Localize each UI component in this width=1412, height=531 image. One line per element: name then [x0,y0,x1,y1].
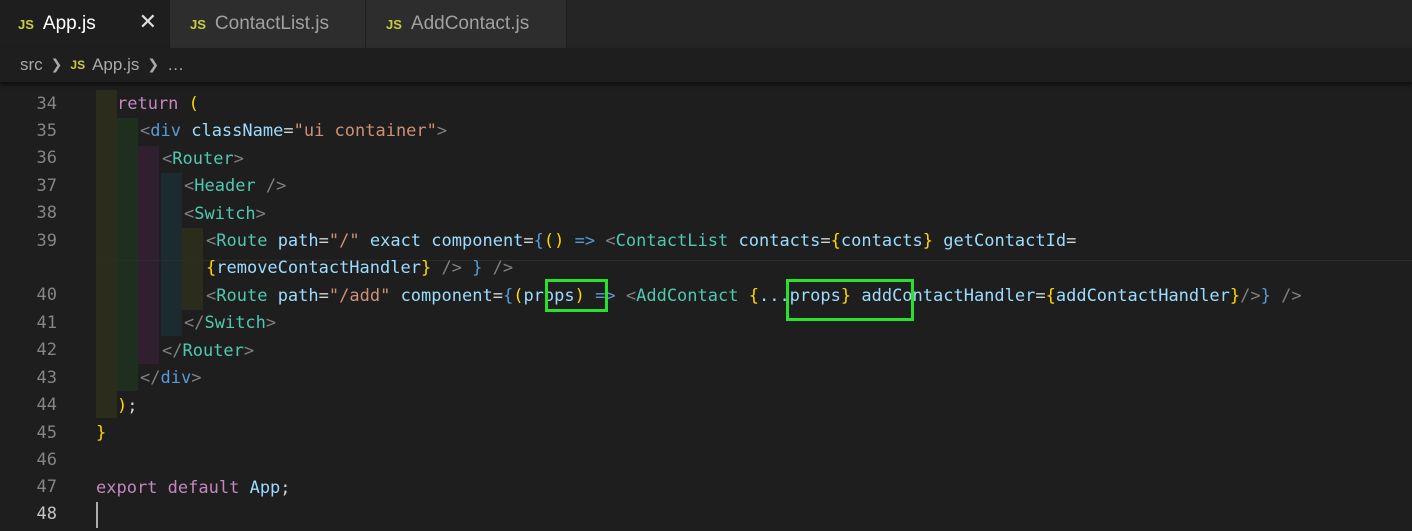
code-line-36: <Router> [162,149,244,169]
code-line-35: <div className="ui container"> [140,121,448,141]
line-number: 44 [36,395,57,415]
line-number: 42 [36,340,57,360]
js-file-icon: JS [190,16,206,32]
line-number: 37 [36,176,57,196]
line-number: 46 [36,450,57,470]
chevron-right-icon: ❯ [147,57,160,73]
indent-guide [138,146,159,364]
line-number: 45 [36,423,57,443]
breadcrumb-symbol[interactable]: … [167,55,184,75]
text-cursor [96,502,98,528]
breadcrumb: src ❯ JS App.js ❯ … [0,48,1412,82]
js-file-icon: JS [386,16,402,32]
js-file-icon: JS [70,58,86,72]
js-file-icon: JS [18,16,34,32]
code-line-41: </Switch> [184,313,277,333]
line-number-current: 48 [36,504,57,524]
code-editor[interactable]: 33 34 35 36 37 38 39 40 41 42 43 44 45 4… [0,82,1412,531]
code-line-39: <Route path="/" exact component={() => <… [206,231,1077,251]
code-line-37: <Header /> [184,176,287,196]
breadcrumb-file[interactable]: App.js [92,55,139,75]
code-line-44: ); [117,396,138,416]
code-line-39-wrap: {removeContactHandler} /> } /> [206,258,514,278]
code-line-45: } [96,423,107,443]
line-number: 40 [36,285,57,305]
line-number: 39 [36,231,57,251]
tab-label: App.js [42,13,96,34]
close-icon[interactable]: ✕ [139,10,157,35]
indent-guide [161,173,182,336]
tab-app-js[interactable]: JS App.js ✕ [0,0,170,48]
indent-guide [117,118,138,391]
code-line-38: <Switch> [184,204,266,224]
line-number: 36 [36,148,57,168]
breadcrumb-folder[interactable]: src [20,55,43,75]
line-number: 38 [36,203,57,223]
code-line-42: </Router> [162,341,255,361]
tab-addcontact-js[interactable]: JS AddContact.js [366,0,567,48]
line-number: 35 [36,121,57,141]
tab-contactlist-js[interactable]: JS ContactList.js [170,0,366,48]
line-number: 47 [36,477,57,497]
highlight-box-props-param [545,279,608,312]
code-line-40: <Route path="/add" component={(props) =>… [206,286,1302,306]
indent-guide [182,228,203,310]
tab-label: AddContact.js [410,13,530,34]
highlight-box-spread-props [786,279,914,321]
tab-bar: JS App.js ✕ JS ContactList.js JS AddCont… [0,0,1412,48]
line-number: 43 [36,368,57,388]
indent-guide [96,90,117,418]
line-number: 34 [36,94,57,114]
code-line-47: export default App; [96,478,291,498]
code-line-43: </div> [140,368,202,388]
tab-label: ContactList.js [214,13,329,34]
code-line-34: return ( [117,94,199,114]
chevron-right-icon: ❯ [50,57,63,73]
line-number: 41 [36,313,57,333]
